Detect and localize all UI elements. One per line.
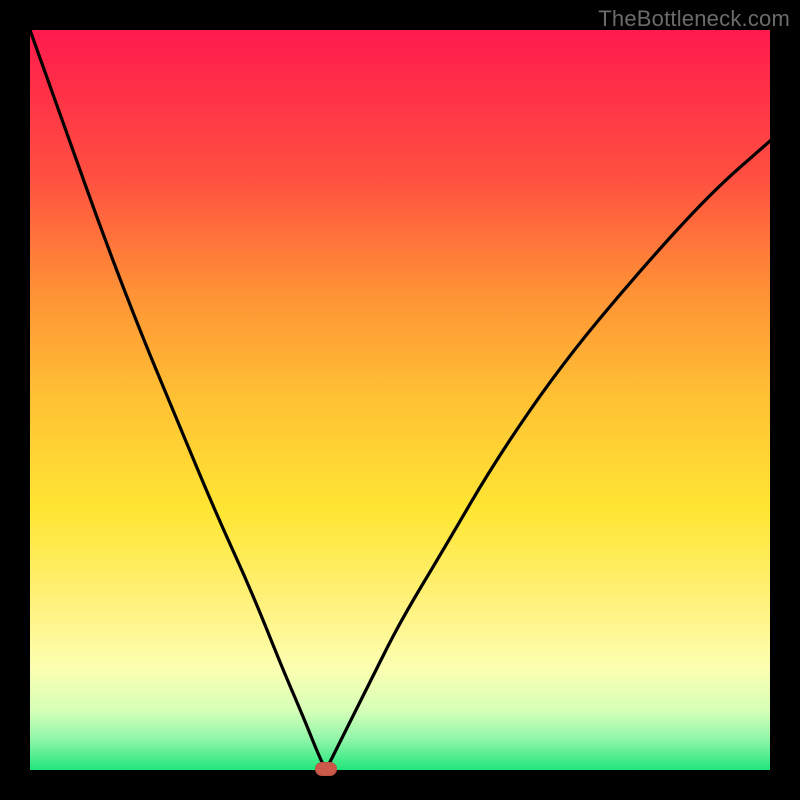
bottleneck-marker xyxy=(315,762,337,776)
chart-plot-area xyxy=(30,30,770,770)
bottleneck-curve xyxy=(30,30,770,770)
watermark-text: TheBottleneck.com xyxy=(598,6,790,32)
chart-frame: TheBottleneck.com xyxy=(0,0,800,800)
